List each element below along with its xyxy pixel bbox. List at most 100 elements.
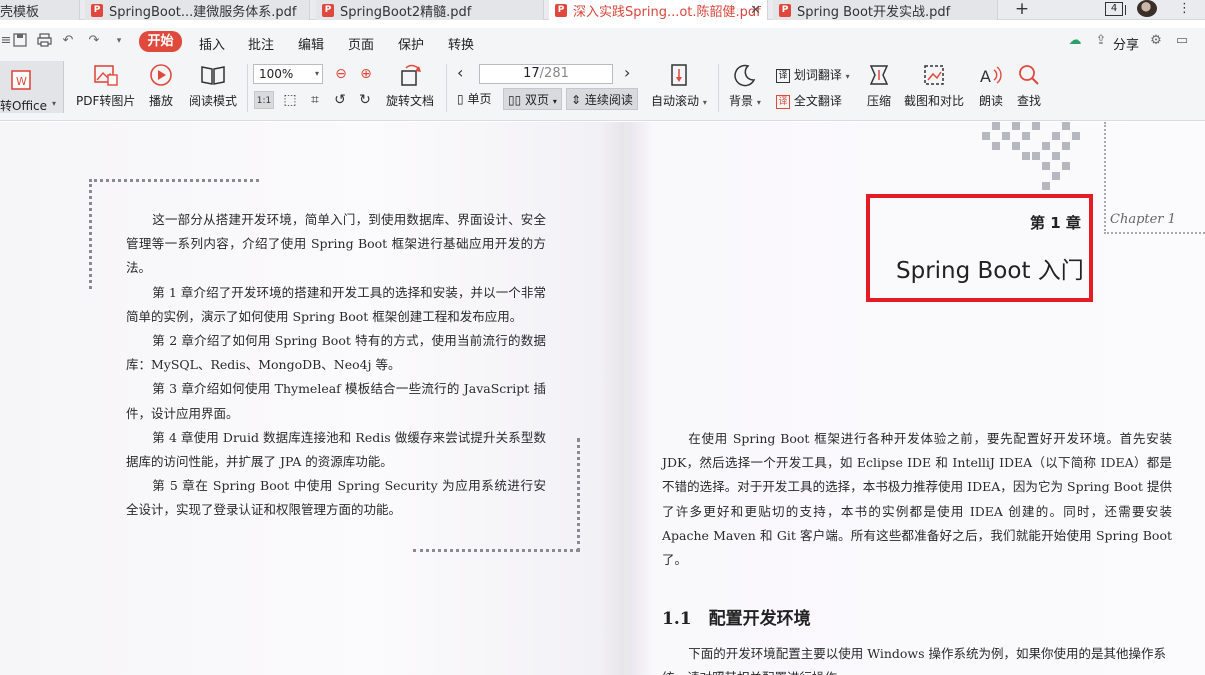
fit-page-icon[interactable]: ⬚	[280, 91, 300, 109]
chapter-title: Spring Boot 入门	[896, 258, 1084, 284]
avatar[interactable]	[1137, 0, 1157, 17]
redo-icon[interactable]: ↷	[86, 33, 102, 49]
single-page-icon: ▯	[457, 92, 464, 106]
pdf-to-image-button[interactable]: PDF转图片	[76, 62, 135, 109]
background-button[interactable]: 背景 ▾	[729, 62, 761, 109]
menu-annotate[interactable]: 批注	[248, 34, 274, 53]
tab-label: 壳模板	[0, 4, 40, 20]
toolbar: W 转Office ▾ PDF转图片 播放 阅读模式 100% ▾ ⊖ ⊕ 1:…	[0, 56, 1205, 121]
to-office-label: 转Office	[0, 99, 48, 113]
menu-page[interactable]: 页面	[348, 34, 374, 53]
find-button[interactable]: 查找	[1016, 62, 1042, 109]
cloud-sync-icon[interactable]: ☁	[1067, 33, 1083, 49]
close-icon[interactable]: ✕	[750, 3, 761, 18]
word-translate-button[interactable]: 译 划词翻译 ▾	[776, 66, 850, 83]
comment-icon[interactable]: ▭	[1174, 33, 1190, 49]
continuous-read-button[interactable]: ⇕ 连续阅读	[566, 88, 638, 110]
next-page-icon[interactable]: ›	[624, 63, 630, 82]
double-page-icon: ▯▯	[508, 93, 522, 107]
intro-paragraph: 第 3 章介绍如何使用 Thymeleaf 模板结合一些流行的 JavaScri…	[126, 381, 546, 421]
pdf-to-image-label: PDF转图片	[76, 94, 136, 108]
new-tab-plus-icon[interactable]: +	[1012, 0, 1032, 20]
fit-width-icon[interactable]: ⌗	[305, 91, 325, 109]
actual-size-icon[interactable]: 1:1	[254, 91, 274, 109]
share-button[interactable]: 分享	[1113, 34, 1139, 53]
decorative-dotted-border	[89, 179, 259, 182]
share-icon[interactable]: ⇪	[1093, 33, 1109, 49]
pdf-icon: P	[91, 3, 103, 17]
picture-icon	[93, 65, 118, 86]
double-page-button[interactable]: ▯▯ 双页 ▾	[503, 88, 562, 110]
intro-paragraph: 第 2 章介绍了如何用 Spring Boot 特有的方式，使用当前流行的数据库…	[126, 333, 546, 373]
highlight-box	[866, 194, 1093, 302]
tab-label: SpringBoot...建微服务体系.pdf	[109, 4, 297, 20]
menu-start[interactable]: 开始	[139, 31, 182, 52]
document-viewer[interactable]: 这一部分从搭建开发环境，简单入门，到使用数据库、界面设计、安全管理等一系列内容，…	[0, 122, 1205, 675]
tab-3-active[interactable]: P 深入实践Spring...ot.陈韶健.pdf ✕	[549, 0, 768, 20]
speaker-icon: A	[980, 66, 1002, 86]
zoom-select[interactable]: 100% ▾	[253, 64, 323, 84]
find-label: 查找	[1016, 94, 1041, 108]
divider	[718, 64, 719, 112]
tab-count-badge[interactable]: 4	[1105, 2, 1126, 16]
to-office-button[interactable]: W 转Office ▾	[0, 61, 64, 113]
full-translate-icon: 译	[776, 94, 790, 109]
menu-protect[interactable]: 保护	[398, 34, 424, 53]
svg-text:W: W	[16, 75, 27, 88]
menu-edit[interactable]: 编辑	[298, 34, 324, 53]
rotate-document-icon	[401, 64, 421, 86]
undo-icon[interactable]: ↶	[60, 33, 76, 49]
chapter-intro-paragraph: 在使用 Spring Boot 框架进行各种开发体验之前，要先配置好开发环境。首…	[662, 431, 1172, 568]
chevron-down-icon: ▾	[552, 97, 557, 106]
decorative-dotted-border	[89, 179, 92, 289]
compress-button[interactable]: 压缩	[866, 62, 892, 109]
screenshot-compare-button[interactable]: 截图和对比	[904, 62, 964, 109]
rotate-left-icon[interactable]: ↺	[330, 91, 350, 109]
chevron-down-icon: ▾	[845, 72, 850, 81]
read-mode-button[interactable]: 阅读模式	[189, 62, 237, 109]
single-page-button[interactable]: ▯ 单页	[453, 88, 495, 110]
search-icon	[1019, 65, 1039, 85]
section-body-text: 下面的开发环境配置主要以使用 Windows 操作系统为例，如果你使用的是其他操…	[662, 646, 1167, 675]
chapter-intro-text: 在使用 Spring Boot 框架进行各种开发体验之前，要先配置好开发环境。首…	[662, 427, 1172, 572]
full-translate-button[interactable]: 译 全文翻译	[776, 92, 842, 109]
tab-label: SpringBoot2精髓.pdf	[340, 4, 472, 20]
menu-row: ≡ ↶ ↷ ▾ 开始 插入 批注 编辑 页面 保护 转换 ☁ ⇪ 分享 ⚙ ▭	[0, 28, 1205, 56]
svg-text:A: A	[980, 67, 991, 86]
menu-insert[interactable]: 插入	[199, 34, 225, 53]
print-icon[interactable]	[36, 33, 52, 49]
rotate-doc-button[interactable]: 旋转文档	[386, 62, 434, 109]
tab-0[interactable]: 壳模板	[0, 0, 80, 20]
page-number-input[interactable]: 17/281	[479, 64, 613, 84]
read-aloud-button[interactable]: A 朗读	[978, 62, 1004, 109]
read-aloud-label: 朗读	[978, 94, 1003, 108]
double-page-label: 双页	[525, 93, 550, 107]
chevron-down-icon[interactable]: ▾	[111, 33, 127, 49]
intro-paragraph: 这一部分从搭建开发环境，简单入门，到使用数据库、界面设计、安全管理等一系列内容，…	[126, 212, 546, 276]
decorative-dotted-border	[577, 438, 580, 552]
prev-page-icon[interactable]: ‹	[457, 63, 463, 82]
auto-scroll-button[interactable]: 自动滚动 ▾	[651, 62, 707, 109]
more-menu-icon[interactable]: ⋮	[1178, 1, 1191, 16]
rotate-right-icon[interactable]: ↻	[355, 91, 375, 109]
tab-4[interactable]: P Spring Boot开发实战.pdf	[773, 0, 998, 20]
translate-icon: 译	[776, 68, 790, 83]
menu-convert[interactable]: 转换	[448, 34, 474, 53]
intro-paragraph: 第 1 章介绍了开发环境的搭建和开发工具的选择和安装，并以一个非常简单的实例，演…	[126, 284, 546, 324]
moon-icon	[734, 64, 756, 87]
zoom-out-icon[interactable]: ⊖	[331, 65, 351, 83]
auto-scroll-label: 自动滚动	[651, 94, 700, 108]
zoom-in-icon[interactable]: ⊕	[356, 65, 376, 83]
screenshot-icon	[924, 65, 944, 85]
save-icon[interactable]	[12, 33, 28, 49]
gear-icon[interactable]: ⚙	[1148, 33, 1164, 49]
tab-1[interactable]: P SpringBoot...建微服务体系.pdf	[85, 0, 310, 20]
pdf-icon: P	[322, 3, 334, 17]
play-button[interactable]: 播放	[148, 62, 174, 109]
chapter-script-label: Chapter 1	[1110, 212, 1176, 227]
chevron-down-icon: ▾	[314, 69, 319, 78]
chapter-grid-decoration	[982, 122, 1080, 190]
tab-2[interactable]: P SpringBoot2精髓.pdf	[316, 0, 544, 20]
single-page-label: 单页	[467, 92, 492, 106]
chevron-down-icon: ▾	[52, 99, 57, 108]
